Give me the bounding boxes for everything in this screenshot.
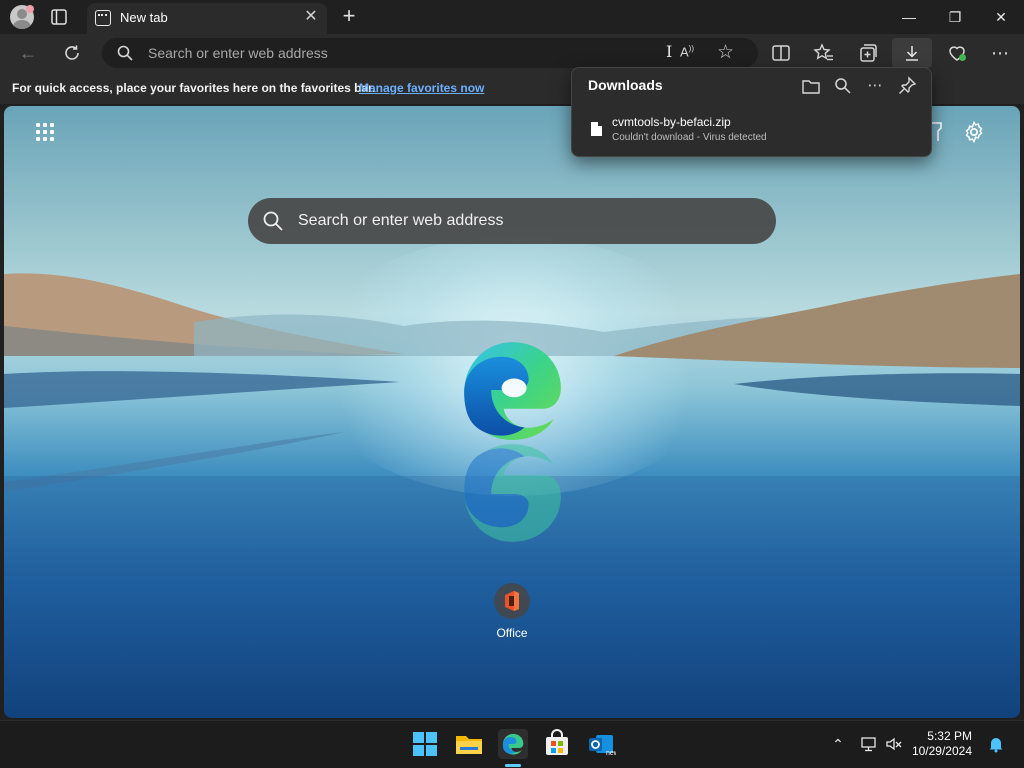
system-clock[interactable]: 5:32 PM 10/29/2024 — [910, 729, 972, 759]
more-options-icon[interactable]: ⋯ — [865, 76, 885, 96]
minimize-button[interactable]: — — [886, 4, 932, 30]
outlook-icon[interactable]: new — [586, 729, 616, 759]
download-status: Couldn't download - Virus detected — [612, 132, 767, 143]
profile-notification-dot — [26, 5, 34, 13]
office-quick-link-label[interactable]: Office — [478, 626, 546, 640]
downloads-title: Downloads — [588, 77, 663, 93]
search-icon — [263, 211, 283, 231]
address-placeholder[interactable]: Search or enter web address — [148, 45, 328, 61]
svg-text:new: new — [606, 750, 616, 757]
active-app-indicator — [505, 764, 521, 767]
favorite-star-icon[interactable]: ☆ — [717, 41, 734, 64]
search-icon — [117, 45, 133, 61]
windows-start-icon[interactable] — [410, 729, 440, 759]
clock-time: 5:32 PM — [927, 729, 972, 743]
download-item[interactable]: cvmtools-by-befaci.zip Couldn't download… — [572, 110, 931, 150]
settings-gear-icon[interactable] — [962, 120, 986, 144]
address-bar[interactable]: Search or enter web address I A)) ☆ — [102, 38, 758, 68]
back-arrow-icon[interactable]: ← — [17, 42, 39, 64]
favorites-bar-message: For quick access, place your favorites h… — [12, 81, 376, 95]
edge-icon — [502, 733, 524, 755]
close-tab-icon[interactable]: ✕ — [303, 9, 319, 25]
title-bar: New tab ✕ + — ❐ ✕ — [0, 0, 1024, 34]
refresh-icon[interactable] — [61, 42, 83, 64]
downloads-icon — [906, 46, 918, 61]
file-explorer-icon[interactable] — [454, 729, 484, 759]
network-icon[interactable] — [860, 735, 878, 753]
downloads-flyout: Downloads ⋯ cvmtools-by-befaci.zip Could… — [571, 67, 932, 157]
tab-actions-icon[interactable] — [50, 8, 68, 26]
office-icon — [505, 591, 519, 611]
new-tab-page: Search or enter web address Office — [4, 106, 1020, 718]
clock-date: 10/29/2024 — [911, 744, 972, 758]
edge-logo-icon — [464, 342, 561, 440]
app-launcher-icon[interactable] — [36, 123, 56, 143]
tab-new-tab[interactable]: New tab ✕ — [87, 3, 327, 34]
manage-favorites-link[interactable]: Manage favorites now — [359, 81, 484, 95]
volume-muted-icon[interactable] — [885, 735, 903, 753]
downloads-button[interactable] — [892, 38, 932, 68]
office-quick-link[interactable] — [494, 583, 530, 619]
open-downloads-folder-icon[interactable] — [801, 76, 821, 96]
pin-icon[interactable] — [897, 76, 917, 96]
browser-essentials-icon[interactable] — [946, 42, 968, 64]
more-icon[interactable]: ⋯ — [989, 42, 1011, 64]
favorites-icon[interactable] — [813, 42, 835, 64]
new-tab-page-icon — [95, 10, 111, 26]
new-tab-search-box[interactable]: Search or enter web address — [248, 198, 776, 244]
file-icon — [591, 122, 602, 136]
close-window-button[interactable]: ✕ — [978, 4, 1024, 30]
restore-button[interactable]: ❐ — [932, 4, 978, 30]
edge-taskbar-button[interactable] — [498, 729, 528, 759]
split-screen-icon[interactable] — [770, 42, 792, 64]
search-downloads-icon[interactable] — [833, 76, 853, 96]
show-hidden-icons-icon[interactable]: ⌃ — [829, 735, 847, 753]
download-filename: cvmtools-by-befaci.zip — [612, 115, 731, 129]
new-tab-search-placeholder[interactable]: Search or enter web address — [298, 212, 503, 230]
read-aloud-icon[interactable]: A)) — [680, 44, 694, 59]
new-tab-plus-icon[interactable]: + — [339, 5, 359, 27]
taskbar: new ⌃ 5:32 PM 10/29/2024 — [0, 720, 1024, 768]
text-cursor-icon: I — [666, 42, 673, 61]
tab-title: New tab — [120, 10, 168, 25]
edge-logo-reflection — [464, 444, 561, 542]
microsoft-store-icon[interactable] — [542, 729, 572, 759]
collections-icon[interactable] — [857, 42, 879, 64]
notification-bell-icon[interactable] — [987, 735, 1005, 753]
